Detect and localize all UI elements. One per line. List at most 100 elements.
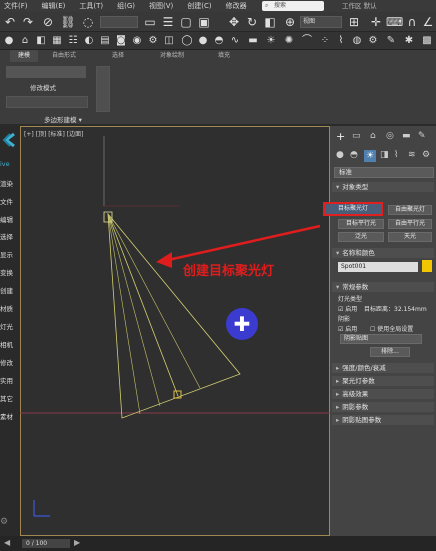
box-icon[interactable]: ◧ [34, 34, 48, 48]
ribbon-tab-selection[interactable]: 选择 [112, 50, 124, 62]
ribbon-subtool-strip[interactable] [6, 96, 88, 108]
grid-icon[interactable]: ▦ [50, 34, 64, 48]
spotlight-cone[interactable] [103, 211, 241, 419]
spline-icon[interactable]: ⌇ [334, 34, 348, 48]
geometry-icon[interactable]: ● [336, 150, 344, 160]
bind-space-warp-icon[interactable]: ◌ [80, 14, 96, 30]
ribbon-tool-strip[interactable] [6, 66, 86, 78]
object-name-input[interactable]: Spot001 [338, 262, 418, 272]
layer-icon[interactable]: ▤ [98, 34, 112, 48]
dome-icon[interactable]: ◓ [212, 34, 226, 48]
object-type-rollout[interactable]: ▾ 对象类型 [332, 182, 434, 192]
shadow-enable-checkbox[interactable]: ☑ 启用 [338, 324, 357, 333]
advanced-effects-rollout[interactable]: ▸ 高级效果 [332, 389, 434, 399]
material-icon[interactable]: ◉ [130, 34, 144, 48]
window-crossing-icon[interactable]: ▣ [196, 14, 212, 30]
brush-icon[interactable]: ✎ [384, 34, 398, 48]
select-manipulate-icon[interactable]: ✛ [368, 14, 384, 30]
redo-icon[interactable]: ↷ [20, 14, 36, 30]
left-item-assets[interactable]: 素材 [0, 411, 20, 421]
menu-tools[interactable]: 工具(T) [75, 1, 113, 11]
shadow-map-dropdown[interactable]: 阴影贴图 [340, 334, 422, 344]
cylinder-icon[interactable]: ◙ [114, 34, 128, 48]
freeform-icon[interactable]: ⌒ [300, 34, 314, 48]
intensity-rollout[interactable]: ▸ 强度/颜色/衰减 [332, 363, 434, 373]
snap-icon[interactable]: ∩ [404, 14, 420, 30]
camera-icon[interactable]: ◐ [82, 34, 96, 48]
torus-icon[interactable]: ◯ [180, 34, 194, 48]
target-spot-button[interactable]: 目标聚光灯 [323, 202, 383, 216]
undo-icon[interactable]: ↶ [2, 14, 18, 30]
motion-tab-icon[interactable]: ◎ [386, 131, 394, 141]
left-item-render[interactable]: 渲染 [0, 178, 20, 188]
settings-gear-icon[interactable]: ⚙ [0, 517, 20, 527]
create-tab-icon[interactable]: + [336, 130, 345, 143]
rect-region-icon[interactable]: ▢ [178, 14, 194, 30]
omni-button[interactable]: 泛光 [338, 232, 384, 242]
menu-modifiers[interactable]: 修改器 [222, 1, 257, 11]
menu-views[interactable]: 视图(V) [145, 1, 183, 11]
name-color-rollout[interactable]: ▾ 名称和颜色 [332, 248, 434, 258]
poly-modeling-label[interactable]: 多边形建模 ▾ [44, 114, 82, 124]
omni-icon[interactable]: ✺ [282, 34, 296, 48]
gear-icon[interactable]: ⚙ [366, 34, 380, 48]
ribbon-tab-object-paint[interactable]: 对象绘制 [160, 50, 184, 62]
menu-edit[interactable]: 编辑(E) [38, 1, 76, 11]
shadow-params-rollout[interactable]: ▸ 阴影参数 [332, 402, 434, 412]
helix-icon[interactable]: ∿ [228, 34, 242, 48]
render-setup-icon[interactable]: ⚙ [146, 34, 160, 48]
spot-params-rollout[interactable]: ▸ 聚光灯参数 [332, 376, 434, 386]
ribbon-tab-modeling[interactable]: 建模 [10, 50, 39, 62]
utilities-tab-icon[interactable]: ✎ [418, 131, 426, 141]
sun-icon[interactable]: ☀ [264, 34, 278, 48]
rotate-icon[interactable]: ↻ [244, 14, 260, 30]
modify-mode-label[interactable]: 修改模式 [30, 82, 56, 92]
shadow-map-params-rollout[interactable]: ▸ 阴影贴图参数 [332, 415, 434, 425]
helpers-icon[interactable]: ⌇ [394, 150, 398, 160]
menu-group[interactable]: 组(G) [113, 1, 145, 11]
target-direct-button[interactable]: 目标平行光 [338, 219, 384, 229]
systems-icon[interactable]: ⚙ [422, 150, 430, 160]
shapes-icon[interactable]: ◓ [350, 150, 358, 160]
rendered-frame-icon[interactable]: ◫ [162, 34, 176, 48]
sphere-icon[interactable]: ● [196, 34, 210, 48]
particles-icon[interactable]: ⁘ [318, 34, 332, 48]
left-item-edit[interactable]: 编辑 [0, 214, 20, 224]
pivot-icon[interactable]: ⊞ [346, 14, 362, 30]
scale-icon[interactable]: ◧ [262, 14, 278, 30]
plane-icon[interactable]: ▬ [246, 34, 260, 48]
exclude-button[interactable]: 排除... [370, 347, 410, 357]
object-color-swatch[interactable] [422, 260, 432, 272]
left-item-transform[interactable]: 变换 [0, 267, 20, 277]
left-item-create[interactable]: 创建 [0, 285, 20, 295]
left-item-camera[interactable]: 相机 [0, 339, 20, 349]
left-item-file[interactable]: 文件 [0, 196, 20, 206]
hierarchy-tab-icon[interactable]: ⌂ [370, 131, 376, 141]
left-item-modify[interactable]: 修改 [0, 357, 20, 367]
skylight-button[interactable]: 天光 [388, 232, 432, 242]
cone-icon[interactable]: ⌂ [18, 34, 32, 48]
scene-explorer-icon[interactable]: ☷ [66, 34, 80, 48]
search-input[interactable]: ⌕ 搜索 [262, 1, 324, 11]
texture-icon[interactable]: ▩ [420, 34, 434, 48]
keyboard-shortcut-icon[interactable]: ⌨ [386, 14, 403, 30]
next-frame-icon[interactable]: ▶ [74, 538, 80, 547]
angle-snap-icon[interactable]: ∠ [420, 14, 436, 30]
general-params-rollout[interactable]: ▾ 常规参数 [332, 282, 434, 292]
light-category-dropdown[interactable]: 标准 [334, 167, 434, 178]
select-object-icon[interactable]: ▭ [142, 14, 158, 30]
left-item-other[interactable]: 其它 [0, 393, 20, 403]
left-item-active[interactable]: ive [0, 160, 20, 168]
left-item-material[interactable]: 材质 [0, 303, 20, 313]
left-item-utility[interactable]: 实用 [0, 375, 20, 385]
cameras-icon[interactable]: ◨ [380, 150, 389, 160]
spacewarps-icon[interactable]: ≋ [408, 150, 416, 160]
reference-coord-dropdown[interactable]: 视图 [300, 16, 342, 28]
select-by-name-icon[interactable]: ☰ [160, 14, 176, 30]
free-direct-button[interactable]: 自由平行光 [388, 219, 432, 229]
display-tab-icon[interactable]: ▬ [402, 131, 411, 141]
frame-counter[interactable]: 0 / 100 [22, 539, 70, 548]
teapot-icon[interactable]: ● [2, 34, 16, 48]
left-item-select[interactable]: 选择 [0, 231, 20, 241]
menu-create[interactable]: 创建(C) [183, 1, 221, 11]
